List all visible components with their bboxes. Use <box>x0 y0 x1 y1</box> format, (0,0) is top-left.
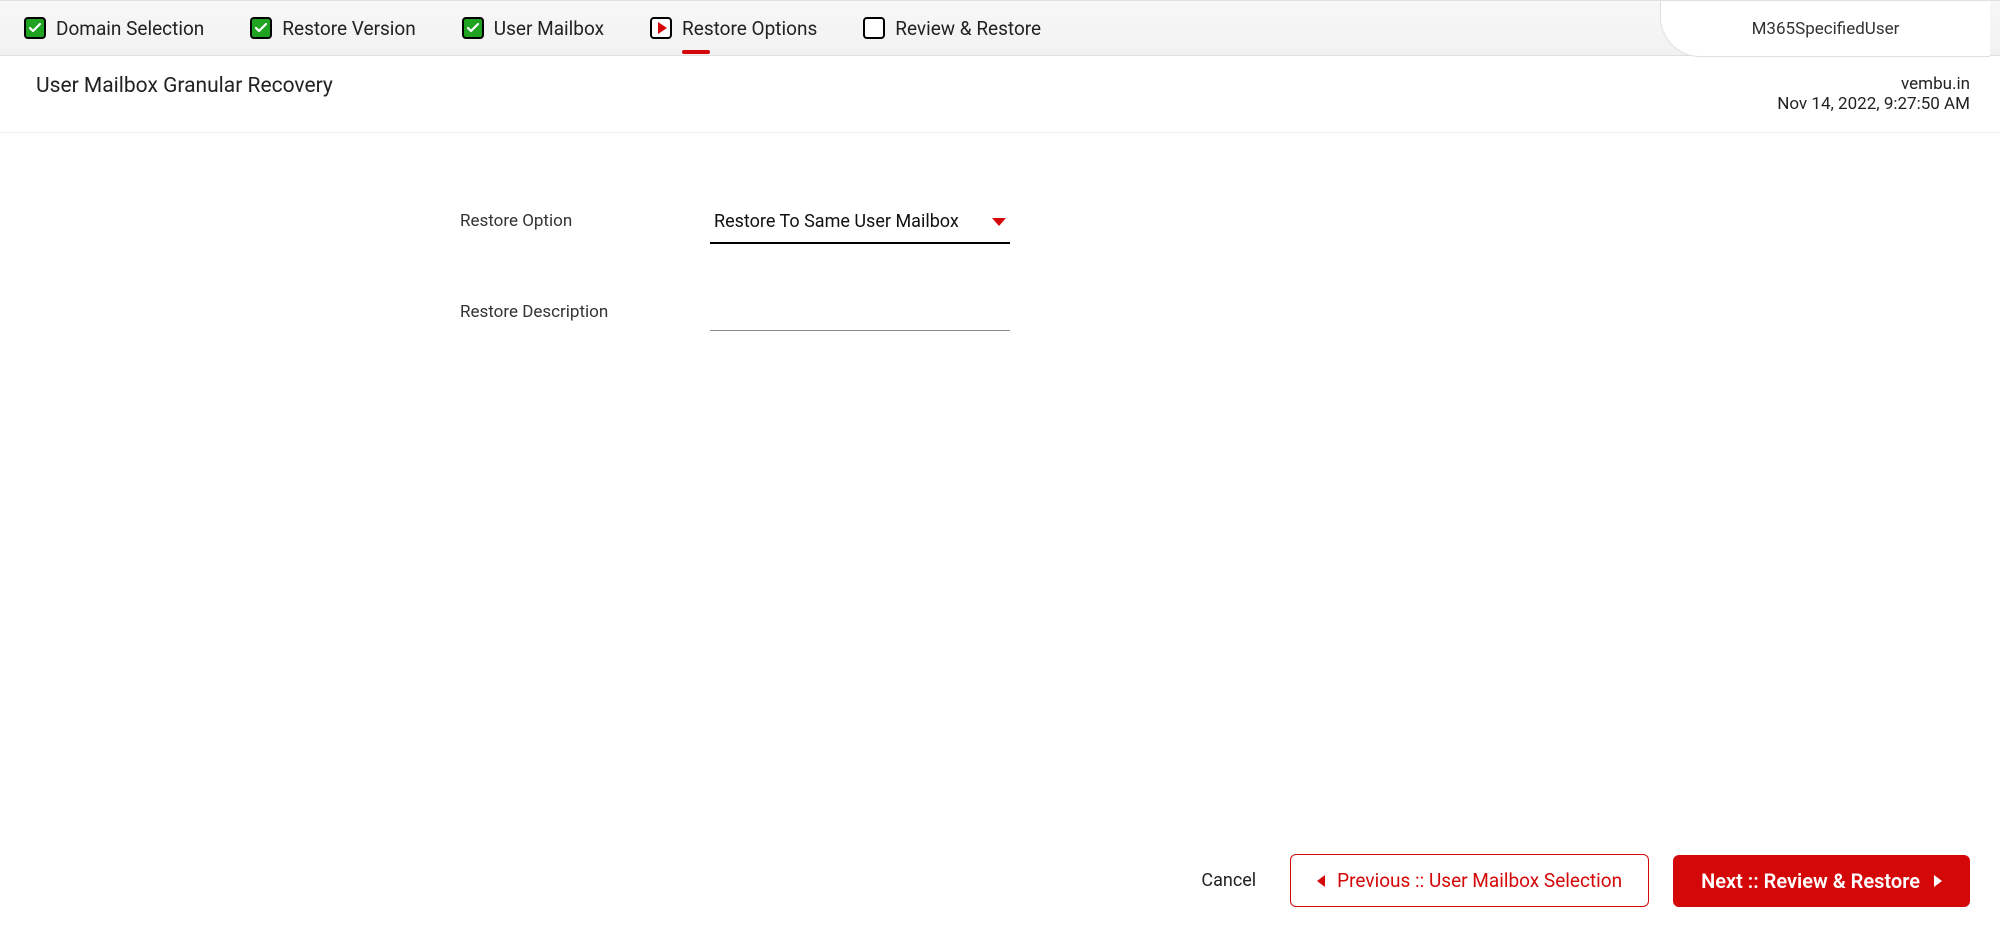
step-domain-selection[interactable]: Domain Selection <box>24 17 204 40</box>
restore-option-value: Restore To Same User Mailbox <box>714 211 959 232</box>
step-restore-version[interactable]: Restore Version <box>250 17 415 40</box>
cancel-button[interactable]: Cancel <box>1191 858 1266 903</box>
restore-option-select[interactable]: Restore To Same User Mailbox <box>710 203 1010 244</box>
restore-description-label: Restore Description <box>460 294 710 322</box>
checkbox-done-icon <box>250 17 272 39</box>
next-label: Next :: Review & Restore <box>1701 869 1920 893</box>
checkbox-pending-icon <box>863 17 885 39</box>
chevron-down-icon <box>992 218 1006 226</box>
checkbox-done-icon <box>462 17 484 39</box>
restore-option-row: Restore Option Restore To Same User Mail… <box>460 203 2000 244</box>
restore-description-row: Restore Description <box>460 294 2000 331</box>
arrow-right-icon <box>1934 875 1942 887</box>
subheader: User Mailbox Granular Recovery vembu.in … <box>0 56 2000 133</box>
arrow-left-icon <box>1317 875 1325 887</box>
step-restore-options[interactable]: Restore Options <box>650 17 817 40</box>
user-label: M365SpecifiedUser <box>1752 19 1900 39</box>
step-label: Review & Restore <box>895 17 1041 40</box>
timestamp-text: Nov 14, 2022, 9:27:50 AM <box>1777 94 1970 114</box>
step-label: Domain Selection <box>56 17 204 40</box>
restore-option-label: Restore Option <box>460 203 710 231</box>
step-label: Restore Options <box>682 17 817 40</box>
step-user-mailbox[interactable]: User Mailbox <box>462 17 604 40</box>
footer-actions: Cancel Previous :: User Mailbox Selectio… <box>1191 854 1970 907</box>
page-title: User Mailbox Granular Recovery <box>36 74 333 98</box>
step-label: User Mailbox <box>494 17 604 40</box>
wizard-steps-bar: Domain Selection Restore Version User Ma… <box>0 0 2000 56</box>
cancel-label: Cancel <box>1201 870 1256 891</box>
form-area: Restore Option Restore To Same User Mail… <box>0 133 2000 331</box>
next-button[interactable]: Next :: Review & Restore <box>1673 855 1970 907</box>
step-review-restore[interactable]: Review & Restore <box>863 17 1041 40</box>
domain-text: vembu.in <box>1777 74 1970 94</box>
restore-description-input[interactable] <box>710 294 1010 331</box>
subheader-meta: vembu.in Nov 14, 2022, 9:27:50 AM <box>1777 74 1970 114</box>
previous-button[interactable]: Previous :: User Mailbox Selection <box>1290 854 1649 907</box>
step-label: Restore Version <box>282 17 415 40</box>
play-current-icon <box>650 17 672 39</box>
previous-label: Previous :: User Mailbox Selection <box>1337 869 1622 892</box>
user-tab[interactable]: M365SpecifiedUser <box>1660 1 1990 57</box>
checkbox-done-icon <box>24 17 46 39</box>
